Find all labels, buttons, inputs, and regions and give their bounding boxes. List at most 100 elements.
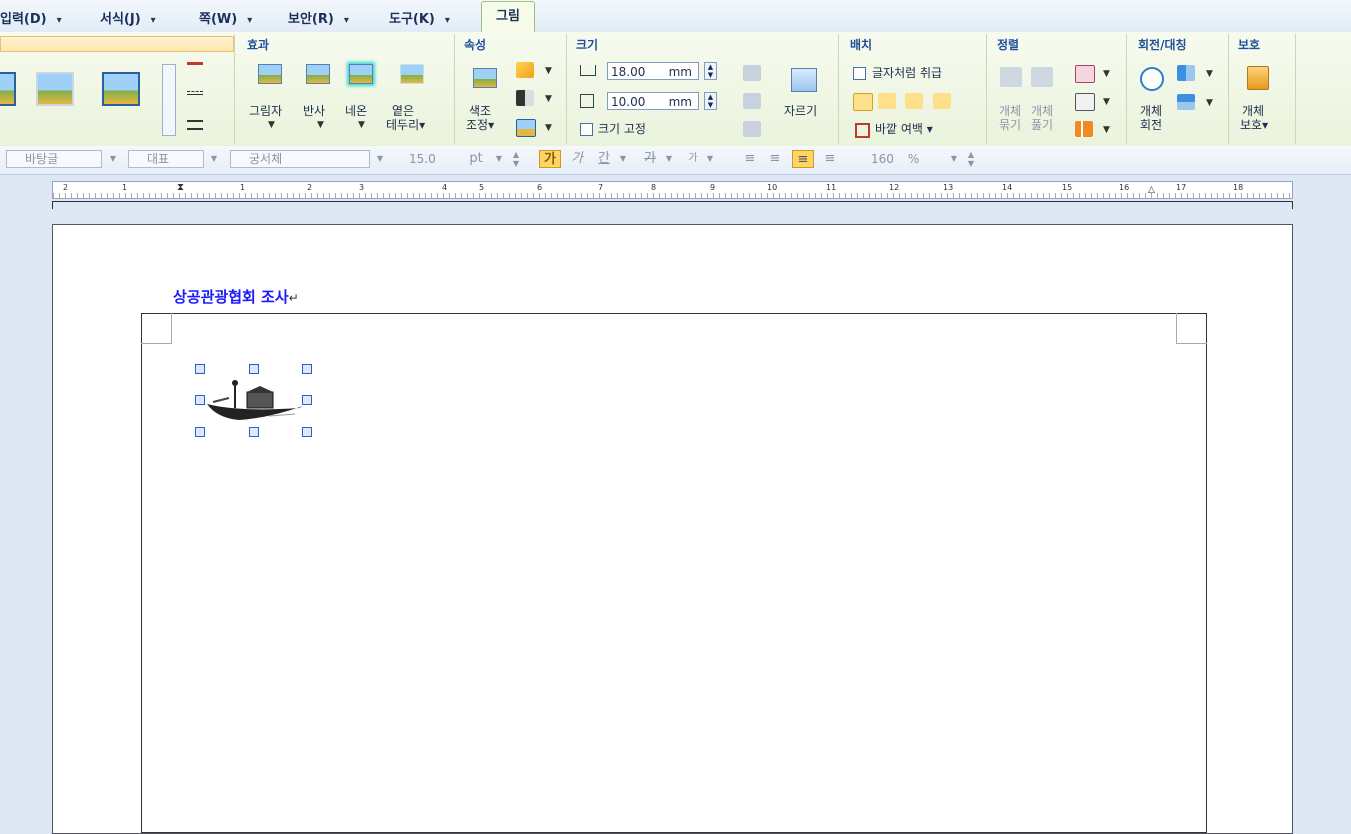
chevron-down-icon[interactable]: ▼ bbox=[1103, 125, 1110, 135]
align-center-icon[interactable]: ≡ bbox=[792, 150, 814, 168]
lock-icon[interactable] bbox=[1247, 66, 1269, 90]
rotate-label-1[interactable]: 개체 bbox=[1140, 104, 1162, 118]
wrap-front-icon[interactable] bbox=[933, 93, 951, 109]
group-objects-icon bbox=[1000, 67, 1022, 87]
line-spacing-input[interactable]: 160% bbox=[852, 150, 942, 168]
line-color-icon[interactable] bbox=[187, 62, 203, 65]
crop-button[interactable]: 자르기 bbox=[784, 104, 817, 118]
style-preset-2[interactable] bbox=[36, 72, 74, 106]
chevron-down-icon[interactable]: ▼ bbox=[1103, 69, 1110, 79]
underline-button[interactable]: 간 bbox=[594, 150, 614, 168]
chevron-down-icon[interactable]: ▼ bbox=[1103, 97, 1110, 107]
document-heading[interactable]: 상공관광협회 조사↵ bbox=[173, 286, 299, 307]
shadow-icon[interactable] bbox=[258, 64, 282, 84]
color-adjust-label-2[interactable]: 조정▾ bbox=[466, 118, 494, 132]
crop-icon[interactable] bbox=[791, 68, 817, 92]
chevron-down-icon[interactable]: ▼ bbox=[545, 123, 552, 133]
flip-horizontal-icon[interactable] bbox=[1177, 65, 1195, 81]
color-adjust-label-1[interactable]: 색조 bbox=[469, 104, 491, 118]
treat-as-char-checkbox[interactable] bbox=[853, 67, 866, 80]
bring-front-icon[interactable] bbox=[1075, 65, 1095, 83]
line-spacing-spinner[interactable]: ▲ ▼ bbox=[964, 150, 978, 168]
resize-handle[interactable] bbox=[195, 395, 205, 405]
font-size-input[interactable]: 15.0 bbox=[390, 150, 460, 168]
reflection-button[interactable]: 반사 bbox=[303, 104, 325, 118]
wrap-square-icon[interactable] bbox=[853, 93, 873, 111]
soft-edge-label-2[interactable]: 테두리▾ bbox=[386, 118, 425, 132]
line-style-icon[interactable] bbox=[187, 91, 203, 95]
width-input[interactable]: 18.00 mm bbox=[607, 62, 699, 80]
resize-handle[interactable] bbox=[249, 427, 259, 437]
resize-handle[interactable] bbox=[195, 427, 205, 437]
chevron-down-icon[interactable]: ▼ bbox=[545, 94, 552, 104]
menu-security[interactable]: 보안(R) ▾ bbox=[288, 8, 349, 27]
menu-input[interactable]: 입력(D) ▾ bbox=[0, 8, 62, 27]
height-input[interactable]: 10.00 mm bbox=[607, 92, 699, 110]
menu-format[interactable]: 서식(J) ▾ bbox=[100, 8, 156, 27]
resize-handle[interactable] bbox=[195, 364, 205, 374]
chevron-down-icon[interactable]: ▼ bbox=[106, 150, 120, 168]
chevron-down-icon[interactable]: ▼ bbox=[492, 150, 506, 168]
height-spinner[interactable]: ▲ ▼ bbox=[704, 92, 717, 110]
shadow-button[interactable]: 그림자 bbox=[249, 104, 282, 118]
wrap-behind-icon[interactable] bbox=[905, 93, 923, 109]
style-preset-1[interactable] bbox=[0, 72, 16, 106]
soft-edge-label-1[interactable]: 옅은 bbox=[392, 104, 414, 118]
font-size-spinner[interactable]: ▲ ▼ bbox=[509, 150, 523, 168]
chevron-down-icon[interactable]: ▼ bbox=[617, 150, 629, 168]
font-select[interactable]: 궁서체 bbox=[230, 150, 370, 168]
chevron-down-icon[interactable]: ▼ bbox=[545, 66, 552, 76]
chevron-down-icon[interactable]: ▼ bbox=[1206, 98, 1213, 108]
menu-tools[interactable]: 도구(K) ▾ bbox=[389, 8, 450, 27]
picture-effect-icon[interactable] bbox=[516, 119, 536, 137]
chevron-down-icon[interactable]: ▼ bbox=[704, 150, 716, 168]
neon-button[interactable]: 네온 bbox=[345, 104, 367, 118]
neon-icon[interactable] bbox=[349, 64, 373, 84]
align-right-icon[interactable]: ≡ bbox=[821, 150, 839, 168]
line-width-icon[interactable] bbox=[187, 120, 203, 130]
resize-handle[interactable] bbox=[249, 364, 259, 374]
chevron-down-icon[interactable]: ▼ bbox=[358, 120, 365, 130]
gallery-scrollbar[interactable] bbox=[162, 64, 176, 136]
style-preset-3[interactable] bbox=[102, 72, 140, 106]
ruler-mark: 1 bbox=[122, 183, 128, 192]
language-select[interactable]: 대표 bbox=[128, 150, 204, 168]
send-back-icon[interactable] bbox=[1075, 93, 1095, 111]
menu-page[interactable]: 쪽(W) ▾ bbox=[199, 8, 252, 27]
horizontal-ruler[interactable]: 2 1 ⧗ 1 2 3 4 5 6 7 8 9 10 11 12 13 14 1… bbox=[52, 181, 1293, 199]
rotate-object-icon[interactable] bbox=[1140, 67, 1164, 91]
align-left-icon[interactable]: ≡ bbox=[766, 150, 784, 168]
wrap-tight-icon[interactable] bbox=[878, 93, 896, 109]
fix-size-checkbox[interactable] bbox=[580, 123, 593, 136]
width-spinner[interactable]: ▲ ▼ bbox=[704, 62, 717, 80]
reflection-icon[interactable] bbox=[306, 64, 330, 84]
align-justify-icon[interactable]: ≡ bbox=[741, 150, 759, 168]
resize-handle[interactable] bbox=[302, 364, 312, 374]
chevron-down-icon[interactable]: ▼ bbox=[268, 120, 275, 130]
outer-margin-button[interactable]: 바깥 여백 ▾ bbox=[875, 122, 933, 136]
chevron-down-icon[interactable]: ▼ bbox=[947, 150, 961, 168]
italic-button[interactable]: 가 bbox=[568, 150, 586, 168]
resize-handle[interactable] bbox=[302, 427, 312, 437]
rotate-label-2[interactable]: 회전 bbox=[1140, 118, 1162, 132]
resize-handle[interactable] bbox=[302, 395, 312, 405]
flip-vertical-icon[interactable] bbox=[1177, 94, 1195, 110]
chevron-down-icon[interactable]: ▼ bbox=[663, 150, 675, 168]
chevron-down-icon[interactable]: ▼ bbox=[207, 150, 221, 168]
align-objects-icon[interactable] bbox=[1075, 121, 1093, 137]
strikethrough-button[interactable]: 가 bbox=[640, 150, 660, 168]
contrast-icon[interactable] bbox=[516, 90, 534, 106]
superscript-button[interactable]: 가 bbox=[685, 150, 701, 168]
protect-label-1[interactable]: 개체 bbox=[1242, 104, 1264, 118]
chevron-down-icon[interactable]: ▼ bbox=[317, 120, 324, 130]
chevron-down-icon[interactable]: ▼ bbox=[1206, 69, 1213, 79]
chevron-down-icon[interactable]: ▼ bbox=[373, 150, 387, 168]
color-adjust-icon[interactable] bbox=[473, 68, 497, 88]
bold-button[interactable]: 가 bbox=[539, 150, 561, 168]
soft-edge-icon[interactable] bbox=[400, 64, 424, 84]
selected-picture[interactable] bbox=[195, 364, 312, 437]
style-select[interactable]: 바탕글 bbox=[6, 150, 102, 168]
tab-picture[interactable]: 그림 bbox=[481, 1, 535, 34]
protect-label-2[interactable]: 보호▾ bbox=[1240, 118, 1268, 132]
brightness-icon[interactable] bbox=[516, 62, 534, 78]
